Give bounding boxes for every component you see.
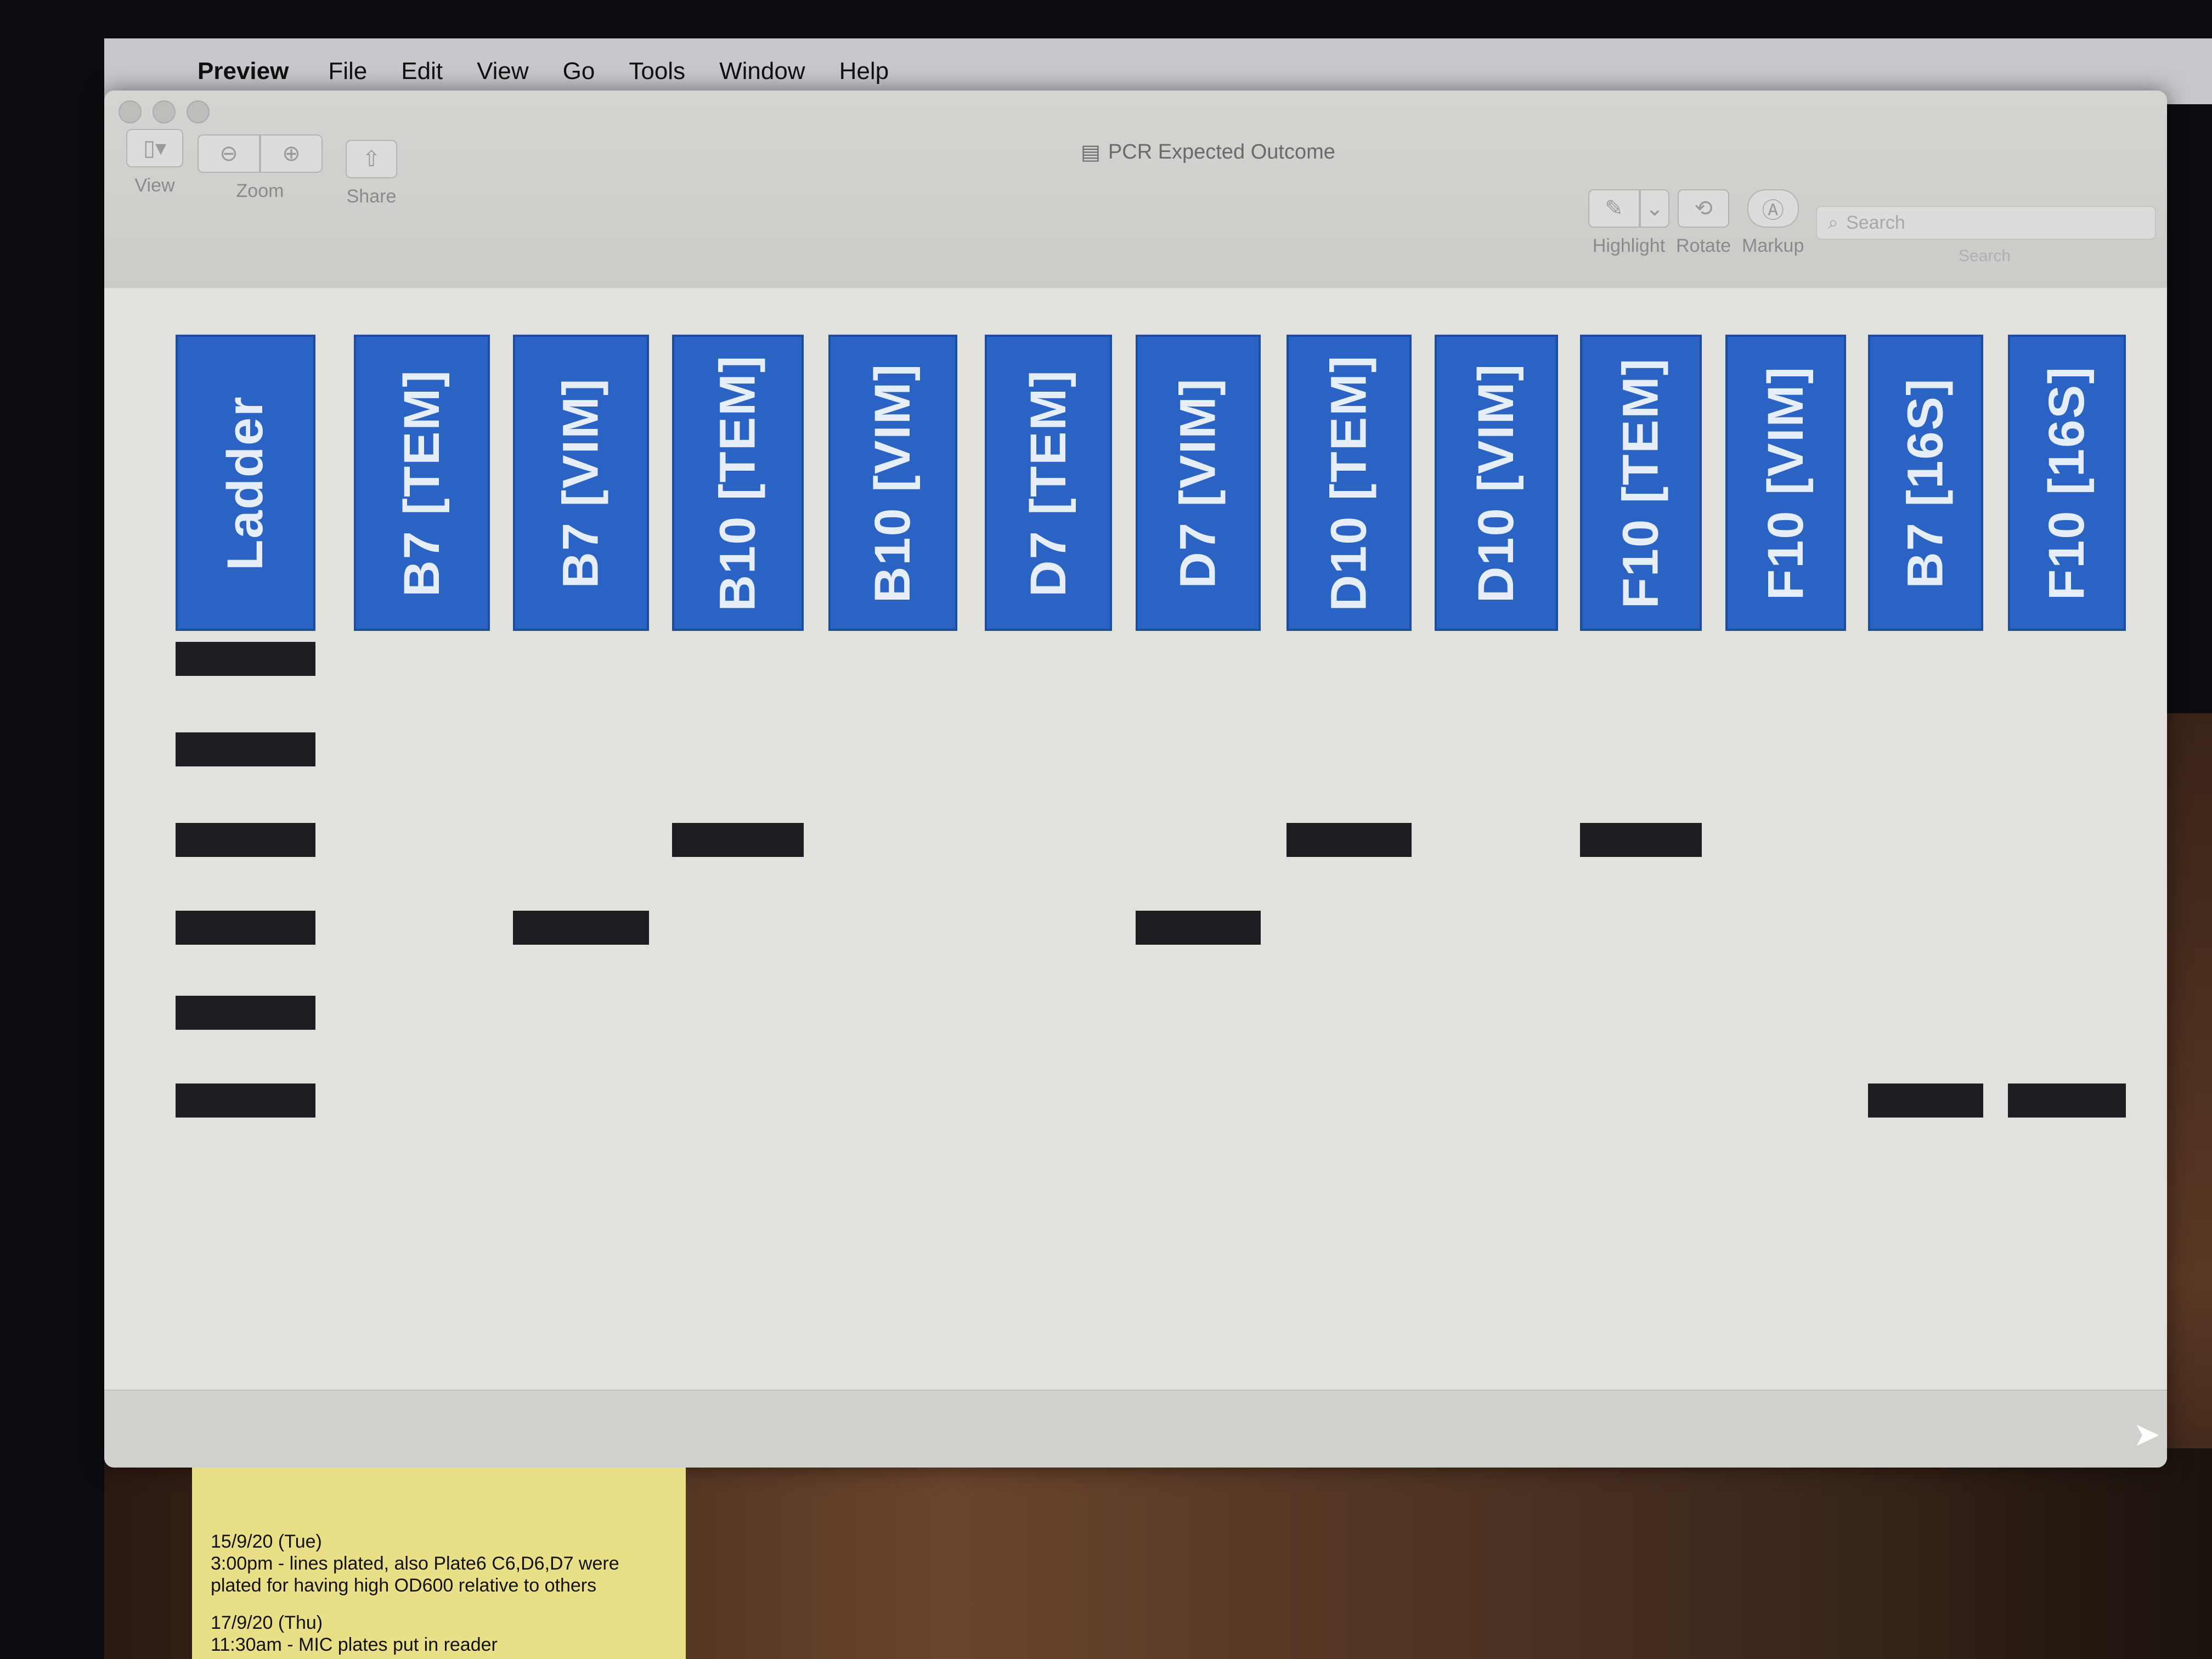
ladder-band xyxy=(176,642,315,676)
menu-go[interactable]: Go xyxy=(563,58,595,85)
share-tool[interactable]: ⇧ Share xyxy=(346,140,397,207)
sample-band xyxy=(1286,823,1412,857)
view-tool[interactable]: ▯▾ View xyxy=(126,129,183,196)
zoom-in-icon[interactable]: ⊕ xyxy=(260,134,323,173)
lane-label: D10 [TEM] xyxy=(1321,354,1377,611)
menu-app-name[interactable]: Preview xyxy=(198,58,289,85)
zoom-tool[interactable]: ⊖ ⊕ Zoom xyxy=(198,134,323,202)
document-icon: ▤ xyxy=(1081,141,1101,164)
lane-header-3: B10 [TEM] xyxy=(672,335,804,631)
sample-band xyxy=(672,823,804,857)
lane-header-2: B7 [VIM] xyxy=(513,335,649,631)
lane-header-7: D10 [TEM] xyxy=(1286,335,1412,631)
lane-header-5: D7 [TEM] xyxy=(985,335,1112,631)
ladder-band xyxy=(176,1084,315,1118)
search-caption: Search xyxy=(1959,247,2011,265)
zoom-out-icon[interactable]: ⊖ xyxy=(198,134,260,173)
sample-band xyxy=(1868,1084,1983,1118)
lane-label: F10 [TEM] xyxy=(1612,357,1669,608)
lane-header-1: B7 [TEM] xyxy=(354,335,490,631)
ladder-band xyxy=(176,823,315,857)
share-icon: ⇧ xyxy=(346,140,397,178)
menu-window[interactable]: Window xyxy=(719,58,805,85)
lane-header-6: D7 [VIM] xyxy=(1136,335,1261,631)
menu-edit[interactable]: Edit xyxy=(401,58,443,85)
zoom-label: Zoom xyxy=(236,180,284,201)
window-title: ▤ PCR Expected Outcome xyxy=(1081,140,1335,165)
sample-band xyxy=(2008,1084,2126,1118)
ladder-band xyxy=(176,732,315,766)
lane-header-12: F10 [16S] xyxy=(2008,335,2126,631)
lane-header-11: B7 [16S] xyxy=(1868,335,1983,631)
document-canvas: Ladder B7 [TEM] B7 [VIM] B10 [TEM] B10 [VIM]… xyxy=(104,288,2167,1391)
lane-header-0: Ladder xyxy=(176,335,315,631)
window-bottom-bar xyxy=(104,1390,2167,1468)
sidebar-icon: ▯▾ xyxy=(126,129,183,167)
lane-label: B7 [16S] xyxy=(1897,377,1954,589)
rotate-icon: ⟲ xyxy=(1678,189,1730,228)
sample-band xyxy=(1580,823,1702,857)
rotate-label: Rotate xyxy=(1676,235,1731,256)
markup-icon: Ⓐ xyxy=(1747,189,1799,228)
menu-file[interactable]: File xyxy=(328,58,367,85)
note-text-1: 3:00pm - lines plated, also Plate6 C6,D6… xyxy=(211,1553,619,1596)
share-label: Share xyxy=(346,186,397,207)
markup-label: Markup xyxy=(1742,235,1804,256)
menu-tools[interactable]: Tools xyxy=(629,58,685,85)
lane-label: Ladder xyxy=(217,395,274,571)
note-text-2: 11:30am - MIC plates put in reader xyxy=(211,1634,498,1655)
mouse-pointer-icon: ➤ xyxy=(2133,1416,2161,1453)
lane-label: B7 [TEM] xyxy=(393,369,450,597)
sample-band xyxy=(513,911,649,945)
window-title-text: PCR Expected Outcome xyxy=(1108,140,1335,163)
lane-header-8: D10 [VIM] xyxy=(1435,335,1558,631)
lane-label: F10 [VIM] xyxy=(1757,365,1814,600)
lane-header-10: F10 [VIM] xyxy=(1725,335,1846,631)
lane-label: D7 [VIM] xyxy=(1170,377,1226,588)
preview-window: ▯▾ View ⊖ ⊕ Zoom ⇧ Share ▤ PCR Expected … xyxy=(104,91,2167,1468)
sample-band xyxy=(1136,911,1261,945)
ladder-band xyxy=(176,996,315,1030)
note-date-2: 17/9/20 (Thu) xyxy=(211,1612,323,1633)
lane-label: D10 [VIM] xyxy=(1468,363,1525,603)
search-input[interactable]: ⌕ Search xyxy=(1816,206,2156,240)
rotate-tool[interactable]: ⟲ Rotate xyxy=(1676,189,1731,257)
lane-label: B10 [VIM] xyxy=(865,363,921,603)
search-icon: ⌕ xyxy=(1828,212,1839,233)
close-window-button[interactable] xyxy=(119,100,142,123)
lane-header-9: F10 [TEM] xyxy=(1580,335,1702,631)
lane-label: F10 [16S] xyxy=(2039,365,2095,600)
highlight-label: Highlight xyxy=(1592,235,1666,256)
lane-label: D7 [TEM] xyxy=(1020,369,1076,597)
view-label: View xyxy=(134,175,175,196)
chevron-down-icon[interactable]: ⌄ xyxy=(1640,189,1669,228)
zoom-window-button[interactable] xyxy=(187,100,210,123)
lane-label: B10 [TEM] xyxy=(709,354,766,611)
sticky-note[interactable]: 15/9/20 (Tue) 3:00pm - lines plated, als… xyxy=(192,1468,686,1659)
window-toolbar: ▯▾ View ⊖ ⊕ Zoom ⇧ Share ▤ PCR Expected … xyxy=(104,91,2167,289)
highlighter-icon[interactable]: ✎ xyxy=(1588,189,1640,228)
highlight-tool[interactable]: ✎ ⌄ Highlight xyxy=(1588,189,1669,257)
note-date-1: 15/9/20 (Tue) xyxy=(211,1531,322,1552)
minimize-window-button[interactable] xyxy=(153,100,176,123)
ladder-band xyxy=(176,911,315,945)
lane-label: B7 [VIM] xyxy=(552,377,609,588)
menu-view[interactable]: View xyxy=(477,58,529,85)
lane-header-4: B10 [VIM] xyxy=(828,335,957,631)
search-placeholder: Search xyxy=(1846,212,1905,233)
menu-help[interactable]: Help xyxy=(839,58,889,85)
markup-tool[interactable]: Ⓐ Markup xyxy=(1742,189,1804,257)
